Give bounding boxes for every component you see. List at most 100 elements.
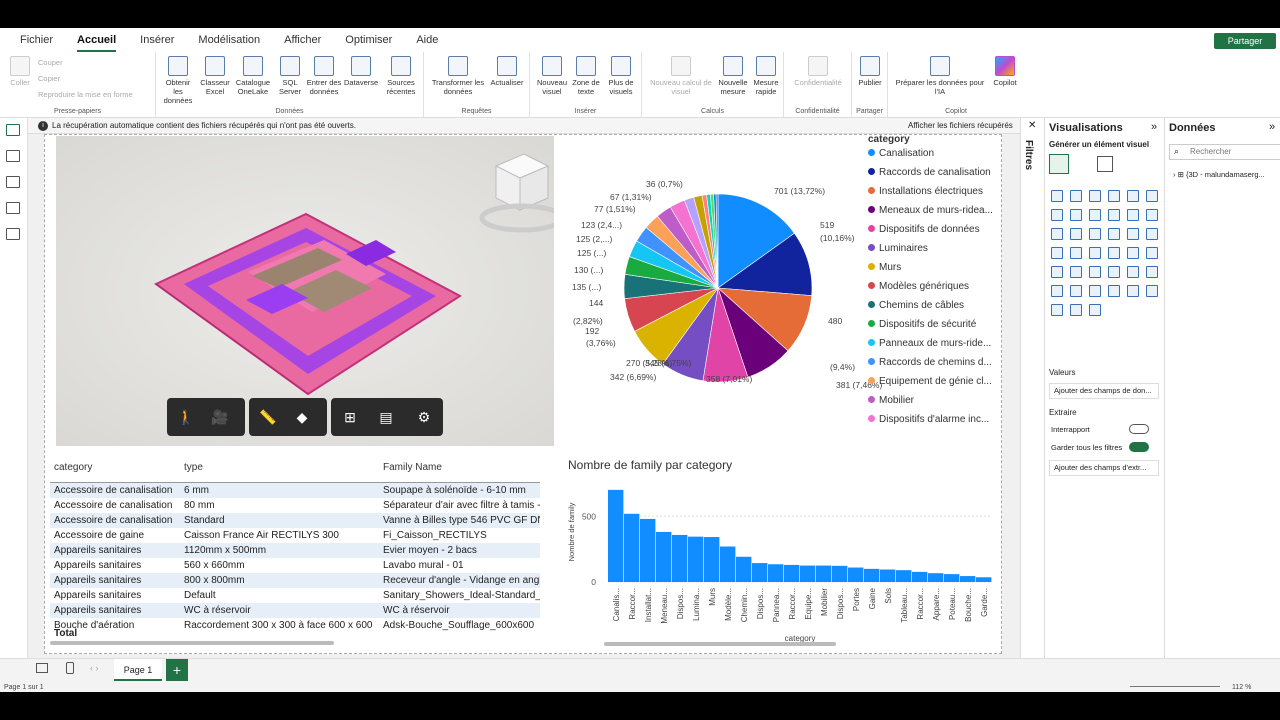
table-row[interactable]: Accessoire de canalisation 6 mm Soupape à … [50, 483, 540, 498]
legend-item[interactable]: Canalisation [868, 148, 934, 159]
horizontal-scrollbar[interactable] [50, 641, 334, 645]
visual-type-icon[interactable] [1146, 266, 1158, 278]
legend-item[interactable]: Dispositifs d'alarme inc... [868, 414, 989, 425]
bar[interactable] [624, 513, 640, 582]
transform-button[interactable]: Transformer les données [430, 56, 486, 96]
legend-item[interactable]: Murs [868, 262, 901, 273]
mobile-layout-icon[interactable] [66, 662, 74, 674]
bar[interactable] [896, 570, 912, 582]
visual-type-icon[interactable] [1070, 190, 1082, 202]
visual-type-icon[interactable] [1108, 247, 1120, 259]
bar[interactable] [640, 518, 656, 582]
page-tab-1[interactable]: Page 1 [114, 659, 162, 681]
visual-type-icon[interactable] [1146, 190, 1158, 202]
more-visuals-button[interactable]: Plus de visuels [604, 56, 638, 96]
bar[interactable] [976, 577, 992, 582]
add-drillthrough-input[interactable]: Ajouter des champs d'extr... [1049, 460, 1159, 476]
excel-button[interactable]: Classeur Excel [200, 56, 230, 96]
bar[interactable] [752, 563, 768, 582]
view-cube[interactable] [479, 153, 565, 233]
bar[interactable] [848, 567, 864, 582]
visual-type-icon[interactable] [1146, 228, 1158, 240]
get-data-button[interactable]: Obtenir les données [160, 56, 196, 105]
visual-calc-button[interactable]: Nouveau calcul de visuel [646, 56, 716, 96]
visual-type-icon[interactable] [1089, 190, 1101, 202]
visual-type-icon[interactable] [1051, 285, 1063, 297]
legend-item[interactable]: Mobilier [868, 395, 914, 406]
visual-type-icon[interactable] [1089, 209, 1101, 221]
textbox-button[interactable]: Zone de texte [570, 56, 602, 96]
table-row[interactable]: Accessoire de canalisation Standard Vanne … [50, 513, 540, 528]
sql-button[interactable]: SQL Server [276, 56, 304, 96]
bar[interactable] [720, 546, 736, 582]
visual-type-icon[interactable] [1089, 266, 1101, 278]
tab-accueil[interactable]: Accueil [65, 28, 128, 52]
tab-afficher[interactable]: Afficher [272, 28, 333, 52]
data-search[interactable]: ⌕ Rechercher [1169, 144, 1280, 160]
table-row[interactable]: Accessoire de gaine Caisson France Air RE… [50, 528, 540, 543]
prepare-ai-button[interactable]: Préparer les données pour l'IA [892, 56, 988, 96]
legend-item[interactable]: Luminaires [868, 243, 928, 254]
model-view-icon[interactable] [6, 176, 20, 188]
report-view-icon[interactable] [6, 124, 20, 136]
copy-button[interactable]: Copier [38, 74, 60, 83]
model-tree-icon[interactable]: ⊞ [341, 408, 359, 426]
section-box-icon[interactable]: ◆ [293, 408, 311, 426]
visual-type-icon[interactable] [1127, 285, 1139, 297]
bar[interactable] [960, 576, 976, 582]
table-view-icon[interactable] [6, 150, 20, 162]
visual-type-icon[interactable] [1108, 209, 1120, 221]
tab-inserer[interactable]: Insérer [128, 28, 186, 52]
visual-type-icon[interactable] [1127, 266, 1139, 278]
walk-icon[interactable]: 🚶 [177, 408, 195, 426]
legend-item[interactable]: Raccords de chemins d... [868, 357, 992, 368]
prev-page-icon[interactable]: ‹ › [90, 663, 99, 673]
visual-type-icon[interactable] [1089, 304, 1101, 316]
bar[interactable] [864, 568, 880, 582]
dataverse-button[interactable]: Dataverse [344, 56, 378, 87]
tmdl-view-icon[interactable] [6, 228, 20, 240]
visual-type-icon[interactable] [1070, 247, 1082, 259]
add-page-button[interactable]: + [166, 659, 188, 681]
sensitivity-button[interactable]: Confidentialité [788, 56, 848, 87]
visual-type-icon[interactable] [1070, 304, 1082, 316]
bar[interactable] [832, 565, 848, 582]
legend-item[interactable]: Dispositifs de données [868, 224, 980, 235]
visual-type-icon[interactable] [1070, 266, 1082, 278]
visual-type-icon[interactable] [1146, 247, 1158, 259]
table-row[interactable]: Accessoire de canalisation 80 mm Séparateu… [50, 498, 540, 513]
format-visual-icon[interactable] [1097, 156, 1113, 172]
visual-type-icon[interactable] [1089, 285, 1101, 297]
legend-item[interactable]: Meneaux de murs-ridea... [868, 205, 993, 216]
bar[interactable] [880, 569, 896, 582]
table-row[interactable]: Appareils sanitaires Default Sanitary_Show… [50, 588, 540, 603]
bar[interactable] [928, 573, 944, 582]
visual-type-icon[interactable] [1127, 209, 1139, 221]
data-table-item[interactable]: › ⊞ {3D - malundamaserg... [1173, 170, 1265, 179]
visual-type-icon[interactable] [1070, 209, 1082, 221]
visual-type-icon[interactable] [1108, 285, 1120, 297]
ruler-icon[interactable]: 📏 [259, 408, 277, 426]
build-visual-icon[interactable] [1049, 154, 1069, 174]
new-measure-button[interactable]: Nouvelle mesure [716, 56, 750, 96]
cross-report-toggle[interactable] [1129, 424, 1149, 434]
legend-item[interactable]: Dispositifs de sécurité [868, 319, 976, 330]
column-header[interactable]: type [184, 462, 203, 473]
table-row[interactable]: Bouche d'aération Raccordement 300 x 300 … [50, 618, 540, 633]
visual-type-icon[interactable] [1089, 247, 1101, 259]
bar[interactable] [944, 574, 960, 582]
show-recovered-link[interactable]: Afficher les fichiers récupérés [908, 118, 1013, 134]
bar[interactable] [800, 565, 816, 582]
bar[interactable] [672, 534, 688, 582]
visual-type-icon[interactable] [1051, 266, 1063, 278]
tab-modelisation[interactable]: Modélisation [186, 28, 272, 52]
refresh-button[interactable]: Actualiser [488, 56, 526, 87]
onelake-button[interactable]: Catalogue OneLake [234, 56, 272, 96]
visual-type-icon[interactable] [1146, 285, 1158, 297]
properties-icon[interactable]: ▤ [377, 408, 395, 426]
legend-item[interactable]: Modèles génériques [868, 281, 969, 292]
visual-type-icon[interactable] [1127, 228, 1139, 240]
visual-type-icon[interactable] [1051, 247, 1063, 259]
visual-type-icon[interactable] [1127, 190, 1139, 202]
tab-aide[interactable]: Aide [404, 28, 450, 52]
